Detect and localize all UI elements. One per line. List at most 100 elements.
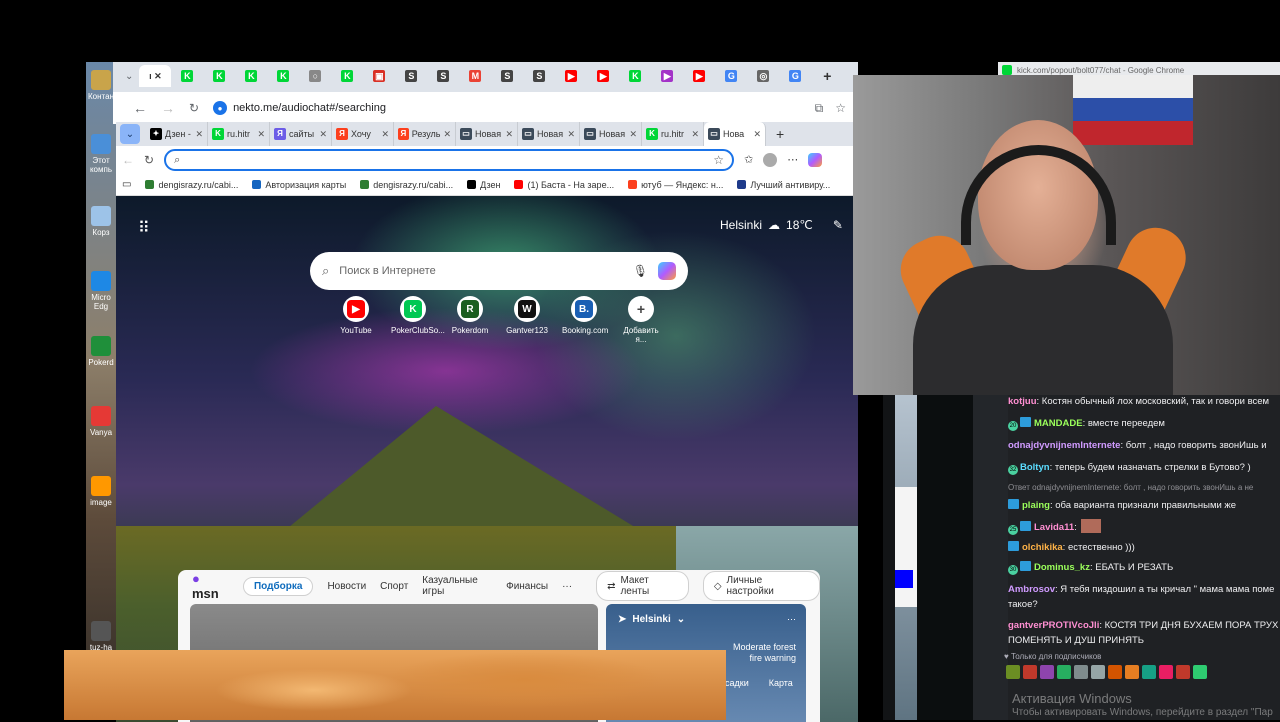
close-icon[interactable]: ✕ xyxy=(381,129,389,140)
reload-icon[interactable]: ↻ xyxy=(189,101,199,115)
emote-icon[interactable] xyxy=(1142,665,1156,679)
more-icon[interactable]: ⋯ xyxy=(787,153,798,167)
bookmark-item[interactable]: dengisrazy.ru/cabi... xyxy=(145,180,238,190)
more-tabs[interactable]: ··· xyxy=(562,581,572,592)
background-blue-button[interactable] xyxy=(895,570,913,588)
emote-icon[interactable] xyxy=(1023,665,1037,679)
chat-username[interactable]: MANDADE xyxy=(1034,418,1083,429)
new-tab-button[interactable]: + xyxy=(811,65,843,87)
edge-tab[interactable]: Kru.hitr ✕ xyxy=(642,122,704,146)
chrome-tab[interactable]: K xyxy=(331,65,363,87)
chat-username[interactable]: Dominus_kz xyxy=(1034,562,1090,573)
bookmark-star-icon[interactable]: ☆ xyxy=(835,101,846,116)
new-tab-button[interactable]: + xyxy=(776,126,784,142)
desktop-icon[interactable]: Pokerd xyxy=(88,336,114,367)
tab-active[interactable]: ı ✕ xyxy=(139,65,172,87)
edge-address-bar[interactable]: ⌕ ☆ xyxy=(164,149,735,171)
close-icon[interactable]: ✕ xyxy=(195,129,203,140)
bookmark-item[interactable]: Авторизация карты xyxy=(252,180,346,190)
close-icon[interactable]: ✕ xyxy=(505,129,513,140)
install-app-icon[interactable]: ⧉ xyxy=(815,101,824,116)
address-bar[interactable]: ● nekto.me/audiochat#/searching xyxy=(213,101,386,115)
chrome-tab[interactable]: ▣ xyxy=(363,65,395,87)
desktop-icon[interactable]: Этот компь xyxy=(88,134,114,174)
quick-link-tile[interactable]: W Gantver123 xyxy=(505,296,549,344)
msn-tab[interactable]: Новости xyxy=(327,581,366,592)
web-search-box[interactable]: ⌕ Поиск в Интернете 🎙 xyxy=(310,252,688,290)
msn-tab[interactable]: Финансы xyxy=(506,581,548,592)
favorites-icon[interactable]: ✩ xyxy=(744,153,753,167)
bookmark-item[interactable]: dengisrazy.ru/cabi... xyxy=(360,180,453,190)
microphone-icon[interactable]: 🎙 xyxy=(633,264,648,278)
chat-username[interactable]: Ambrosov xyxy=(1008,584,1055,595)
emote-icon[interactable] xyxy=(1040,665,1054,679)
edge-tab[interactable]: ▭ Новая ✕ xyxy=(456,122,518,146)
emote-icon[interactable] xyxy=(1176,665,1190,679)
edge-tab[interactable]: Kru.hitr ✕ xyxy=(208,122,270,146)
layout-button[interactable]: ⇄ Макет ленты xyxy=(596,571,689,601)
chrome-tab[interactable]: M xyxy=(459,65,491,87)
chrome-tab[interactable]: S xyxy=(395,65,427,87)
close-icon[interactable]: ✕ xyxy=(691,129,699,140)
desktop-icon[interactable]: Micro Edg xyxy=(88,271,114,311)
chrome-tab[interactable]: K xyxy=(171,65,203,87)
emote-icon[interactable] xyxy=(1159,665,1173,679)
chat-username[interactable]: Boltyn xyxy=(1020,462,1050,473)
chrome-tab[interactable]: ○ xyxy=(299,65,331,87)
desktop-icon[interactable]: image xyxy=(88,476,114,507)
forward-icon[interactable]: → xyxy=(161,100,175,116)
emote-icon[interactable] xyxy=(1091,665,1105,679)
edge-tab[interactable]: ▭ Новая ✕ xyxy=(518,122,580,146)
edge-tab[interactable]: ✦ Дзен - ✕ xyxy=(146,122,208,146)
collections-icon[interactable]: ▭ xyxy=(122,179,131,190)
favorite-star-icon[interactable]: ☆ xyxy=(713,153,724,167)
bookmark-item[interactable]: Лучший антивиру... xyxy=(737,180,830,190)
close-icon[interactable]: ✕ xyxy=(629,129,637,140)
bookmark-item[interactable]: ютуб — Яндекс: н... xyxy=(628,180,723,190)
edit-pencil-icon[interactable]: ✎ xyxy=(833,218,843,232)
weather-widget[interactable]: Helsinki ☁ 18℃ ✎ xyxy=(720,218,843,232)
chrome-tab[interactable]: ▶ xyxy=(651,65,683,87)
chrome-tab[interactable]: G xyxy=(779,65,811,87)
quick-link-tile[interactable]: ▶ YouTube xyxy=(334,296,378,344)
chrome-tab[interactable]: K xyxy=(235,65,267,87)
chrome-tab[interactable]: ▶ xyxy=(587,65,619,87)
close-icon[interactable]: ✕ xyxy=(753,129,761,140)
reload-icon[interactable]: ↻ xyxy=(144,153,154,167)
msn-tab[interactable]: Подборка xyxy=(242,576,314,596)
bookmark-item[interactable]: Дзен xyxy=(467,180,500,190)
edge-tab[interactable]: Я Резуль ✕ xyxy=(394,122,456,146)
chrome-tab[interactable]: ▶ xyxy=(555,65,587,87)
chat-username[interactable]: olchikika xyxy=(1022,542,1063,553)
quick-link-tile[interactable]: B. Booking.com xyxy=(562,296,608,344)
desktop-icon[interactable]: Vanya xyxy=(88,406,114,437)
tab-search-button[interactable]: ⌄ xyxy=(125,71,133,82)
chat-username[interactable]: plaing xyxy=(1022,500,1050,511)
msn-tab[interactable]: Спорт xyxy=(380,581,408,592)
edge-tab[interactable]: ▭ Нова ✕ xyxy=(704,122,766,146)
quick-link-tile[interactable]: K PokerClubSo... xyxy=(391,296,445,344)
chrome-tab[interactable]: G xyxy=(715,65,747,87)
edge-tab[interactable]: Я Хочу ✕ xyxy=(332,122,394,146)
edge-tab[interactable]: Ясайты ✕ xyxy=(270,122,332,146)
weather-link[interactable]: Карта xyxy=(769,678,793,688)
chrome-tab[interactable]: ◎ xyxy=(747,65,779,87)
back-icon[interactable]: ← xyxy=(122,153,134,167)
edge-tab[interactable]: ▭ Новая ✕ xyxy=(580,122,642,146)
desktop-icon[interactable]: Контан xyxy=(88,70,114,101)
close-icon[interactable]: ✕ xyxy=(319,129,327,140)
msn-tab[interactable]: Казуальные игры xyxy=(422,575,492,597)
personalize-button[interactable]: ◇ Личные настройки xyxy=(702,571,820,601)
chrome-tab[interactable]: S xyxy=(491,65,523,87)
close-icon[interactable]: ✕ xyxy=(567,129,575,140)
chat-username[interactable]: Lavida11 xyxy=(1034,522,1074,533)
desktop-icon[interactable]: tuz-ha xyxy=(88,621,114,652)
emote-icon[interactable] xyxy=(1006,665,1020,679)
close-icon[interactable]: ✕ xyxy=(443,129,451,140)
chrome-tab[interactable]: K xyxy=(619,65,651,87)
desktop-icon[interactable]: Корз xyxy=(88,206,114,237)
quick-link-tile[interactable]: + Добавить я... xyxy=(619,296,663,344)
bookmark-item[interactable]: (1) Баста - На заре... xyxy=(514,180,614,190)
apps-grid-icon[interactable]: ⠿ xyxy=(138,218,150,238)
chrome-tab[interactable]: S xyxy=(523,65,555,87)
